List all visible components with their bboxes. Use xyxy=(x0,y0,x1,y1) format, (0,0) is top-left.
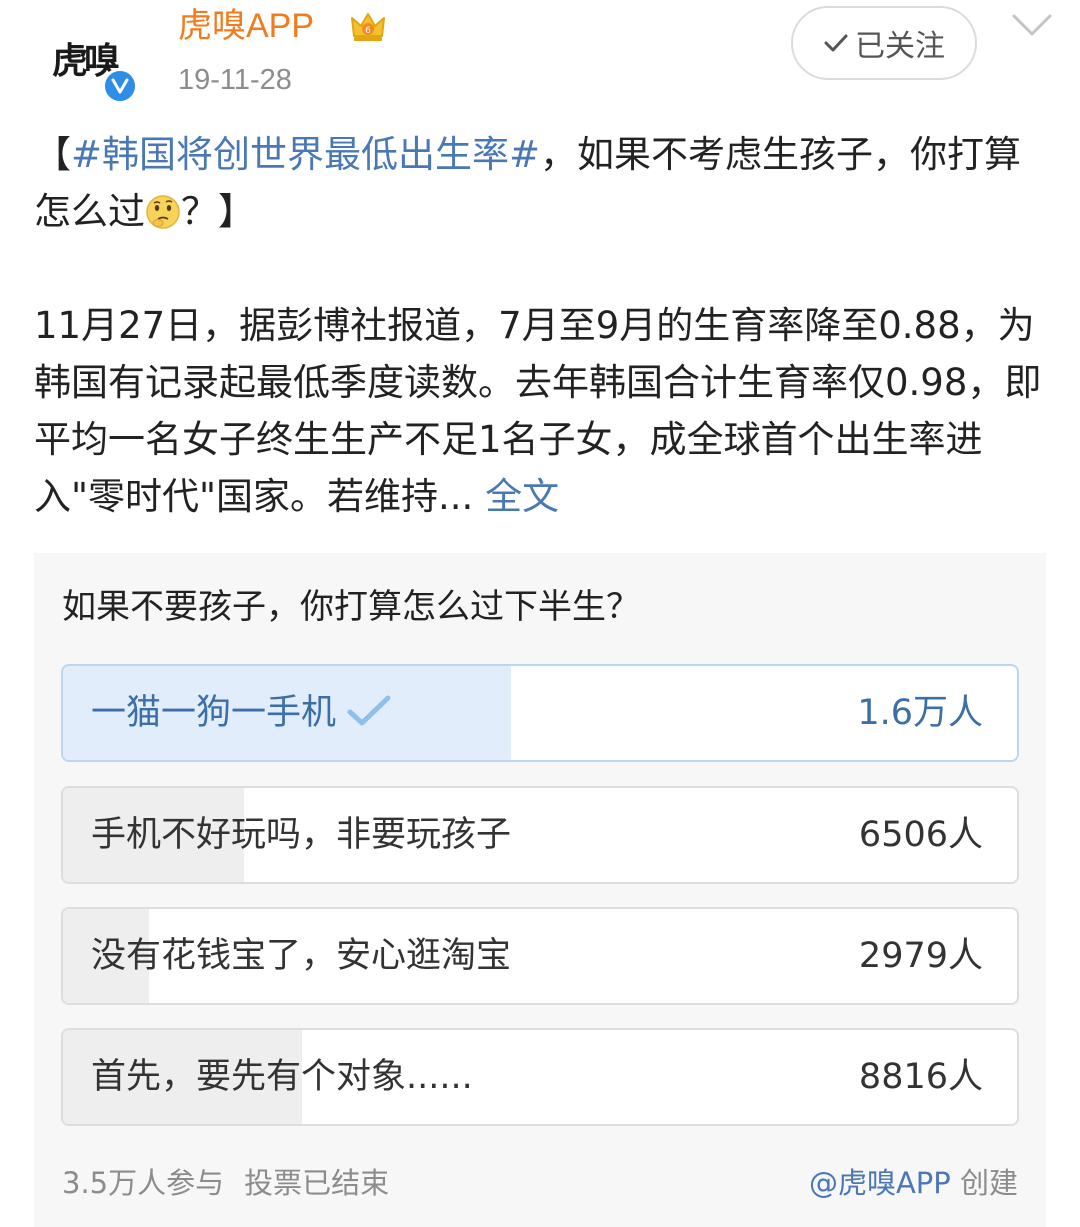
poll-option[interactable]: 一猫一狗一手机 1.6万人 xyxy=(61,664,1019,762)
poll-question: 如果不要孩子，你打算怎么过下半生？ xyxy=(62,587,640,627)
poll-option-count: 8816人 xyxy=(858,1057,983,1097)
chevron-down-icon[interactable] xyxy=(1010,10,1054,40)
poll-option-label: 没有花钱宝了，安心逛淘宝 xyxy=(91,936,512,976)
post-header: 虎嗅 虎嗅APP 6 19-11-28 已关注 xyxy=(0,0,1080,120)
poll-option[interactable]: 首先，要先有个对象...... 8816人 xyxy=(61,1028,1019,1126)
poll-option-label: 手机不好玩吗，非要玩孩子 xyxy=(91,815,512,855)
poll-option-label: 一猫一狗一手机 xyxy=(91,666,392,760)
bracket-open: 【 xyxy=(34,133,71,176)
poll-card: 如果不要孩子，你打算怎么过下半生？ 一猫一狗一手机 1.6万人 手机不好玩吗，非… xyxy=(34,553,1046,1227)
poll-creator-link[interactable]: @虎嗅APP xyxy=(809,1166,951,1200)
topic-hashtag-link[interactable]: #韩国将创世界最低出生率# xyxy=(71,133,540,176)
crown-vip-icon: 6 xyxy=(351,13,385,41)
follow-button-label: 已关注 xyxy=(855,29,945,64)
poll-option-label: 首先，要先有个对象...... xyxy=(91,1057,473,1097)
poll-option[interactable]: 没有花钱宝了，安心逛淘宝 2979人 xyxy=(61,907,1019,1005)
poll-option-count: 2979人 xyxy=(858,936,983,976)
verified-icon xyxy=(102,68,138,104)
poll-creator: @虎嗅APP 创建 xyxy=(809,1163,1018,1203)
poll-option-count: 1.6万人 xyxy=(857,693,983,733)
poll-stats: 3.5万人参与 投票已结束 xyxy=(62,1163,389,1203)
check-icon xyxy=(824,34,848,52)
post-headline: 【#韩国将创世界最低出生率#，如果不考虑生孩子，你打算怎么过 ？】 xyxy=(34,126,1049,240)
poll-status: 投票已结束 xyxy=(244,1166,390,1200)
poll-option[interactable]: 手机不好玩吗，非要玩孩子 6506人 xyxy=(61,786,1019,884)
poll-participants: 3.5万人参与 xyxy=(62,1166,225,1200)
post-timestamp: 19-11-28 xyxy=(178,64,292,96)
poll-option-count: 6506人 xyxy=(858,815,983,855)
voted-check-icon xyxy=(347,695,391,726)
post-body-text: 11月27日，据彭博社报道，7月至9月的生育率降至0.88，为韩国有记录起最低季… xyxy=(34,297,1049,525)
svg-text:6: 6 xyxy=(365,26,371,36)
follow-button[interactable]: 已关注 xyxy=(791,6,977,80)
poll-created-label: 创建 xyxy=(959,1166,1018,1200)
thinking-emoji-icon xyxy=(146,195,180,229)
full-text-link[interactable]: 全文 xyxy=(485,475,559,518)
username-link[interactable]: 虎嗅APP xyxy=(178,4,314,48)
post-content: 【#韩国将创世界最低出生率#，如果不考虑生孩子，你打算怎么过 ？】 11月27日… xyxy=(34,126,1049,525)
headline-end: ？】 xyxy=(181,190,255,233)
